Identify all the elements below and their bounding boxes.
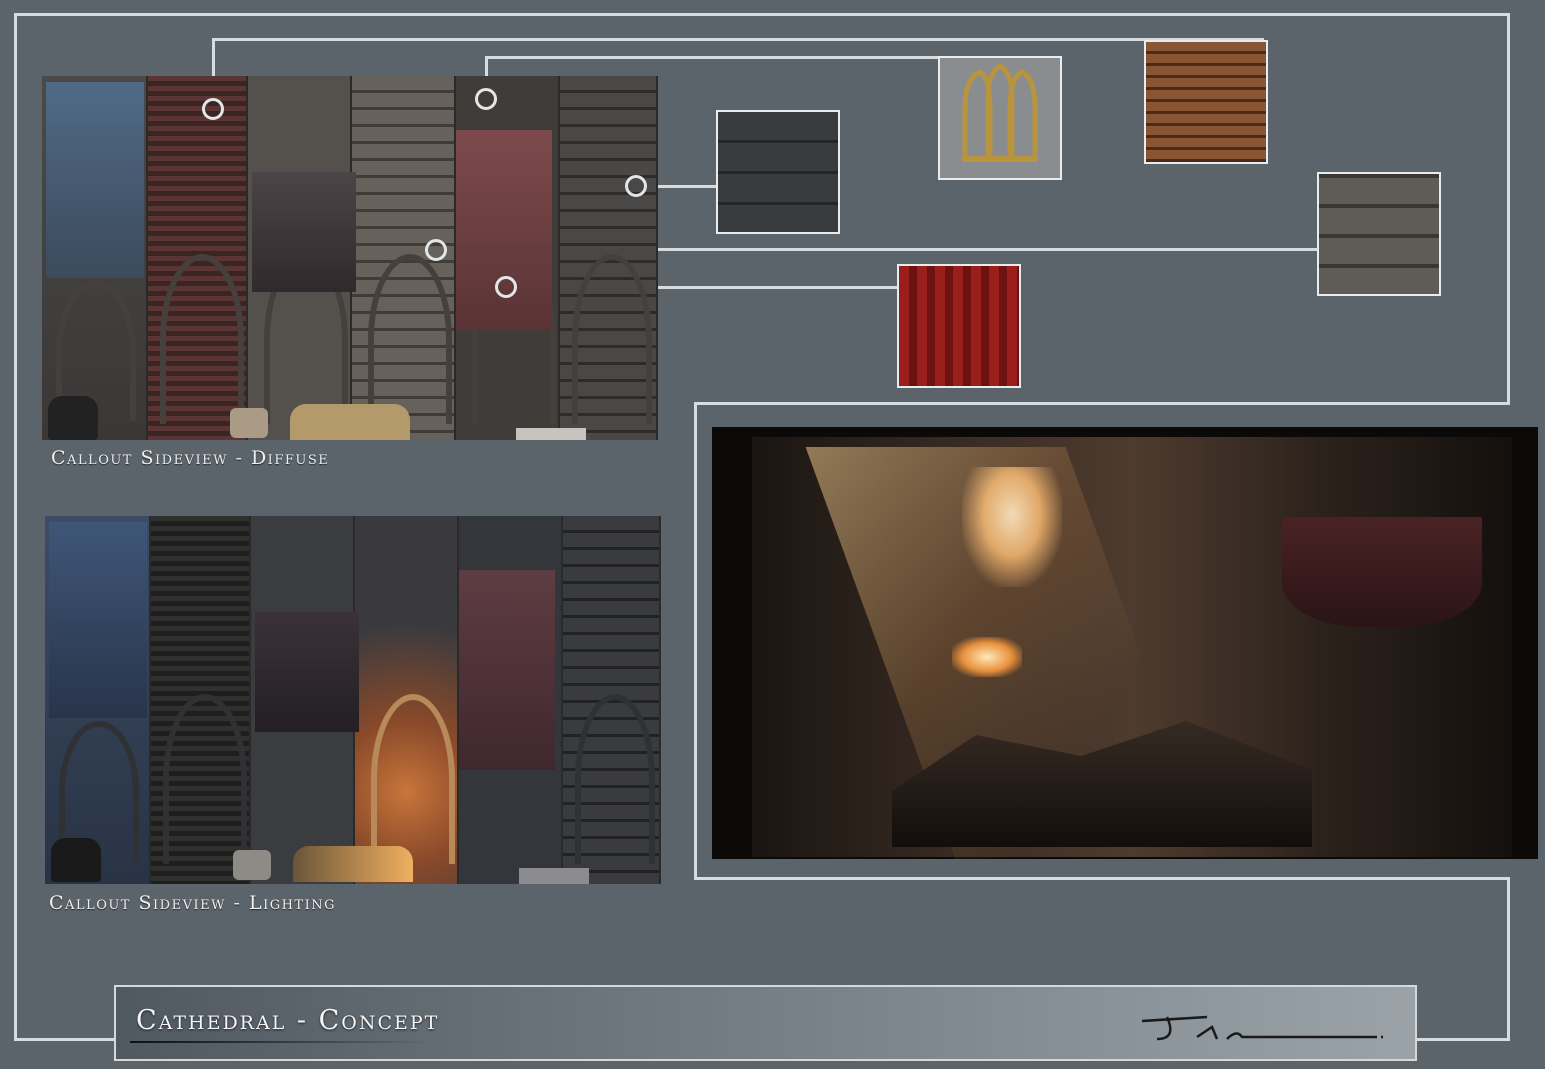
outer-frame-bottom-right bbox=[1415, 1038, 1510, 1041]
outer-frame-top bbox=[14, 13, 1510, 16]
callout-marker-4 bbox=[425, 239, 447, 261]
diffuse-sideview-image bbox=[42, 76, 658, 440]
callout-marker-2 bbox=[475, 88, 497, 110]
callout-line-2-h bbox=[485, 56, 940, 59]
stone-wall-texture-swatch bbox=[1317, 172, 1441, 296]
wood-slats-texture-swatch bbox=[1144, 40, 1268, 164]
cathedral-interior-render bbox=[712, 427, 1538, 859]
outer-frame-right-upper bbox=[1507, 13, 1510, 405]
gothic-arch bbox=[371, 694, 455, 864]
floor-light-spot bbox=[952, 637, 1022, 677]
title-underline bbox=[130, 1041, 430, 1043]
dark-wood-texture-swatch bbox=[716, 110, 840, 234]
callout-line-1-h bbox=[212, 38, 1264, 41]
gothic-arch bbox=[163, 694, 247, 864]
gothic-arch bbox=[160, 254, 244, 424]
barrel bbox=[230, 408, 268, 438]
gothic-arch bbox=[572, 254, 652, 424]
outer-frame-bottom-left bbox=[14, 1038, 116, 1041]
blue-banner-cloth bbox=[49, 522, 147, 718]
lighting-sideview-image bbox=[45, 516, 661, 884]
caption-diffuse: Callout Sideview - Diffuse bbox=[51, 447, 330, 469]
title-bar: Cathedral - Concept bbox=[114, 985, 1417, 1061]
barrel bbox=[233, 850, 271, 880]
render-frame-bottom bbox=[694, 877, 1510, 880]
render-frame-top bbox=[694, 402, 1510, 405]
gothic-arch bbox=[368, 254, 452, 424]
page-title: Cathedral - Concept bbox=[136, 1005, 440, 1036]
artist-signature bbox=[1141, 1015, 1383, 1041]
stone-slab bbox=[516, 428, 586, 440]
debris-sacks bbox=[48, 396, 98, 440]
stone-slab bbox=[519, 868, 589, 884]
gothic-arch bbox=[575, 694, 655, 864]
red-cloth-texture-swatch bbox=[897, 264, 1021, 388]
red-banner-cloth bbox=[456, 130, 552, 330]
outer-frame-right-lower bbox=[1507, 877, 1510, 1041]
callout-marker-1 bbox=[202, 98, 224, 120]
callout-marker-5 bbox=[495, 276, 517, 298]
debris-sacks bbox=[51, 838, 101, 882]
sandbags bbox=[293, 846, 413, 882]
dark-drape-cloth bbox=[255, 612, 359, 732]
gothic-window-icon bbox=[962, 63, 1038, 162]
red-banner-cloth bbox=[459, 570, 555, 770]
callout-line-3-h bbox=[648, 185, 718, 188]
callout-marker-3 bbox=[625, 175, 647, 197]
outer-frame-left bbox=[14, 13, 17, 1041]
sandbags bbox=[290, 404, 410, 440]
caption-lighting: Callout Sideview - Lighting bbox=[49, 892, 336, 914]
dark-drape-cloth bbox=[252, 172, 356, 292]
gothic-window-frame-swatch bbox=[938, 56, 1062, 180]
render-frame-left bbox=[694, 402, 697, 880]
blue-banner-cloth bbox=[46, 82, 144, 278]
hanging-drapes bbox=[1282, 517, 1482, 627]
